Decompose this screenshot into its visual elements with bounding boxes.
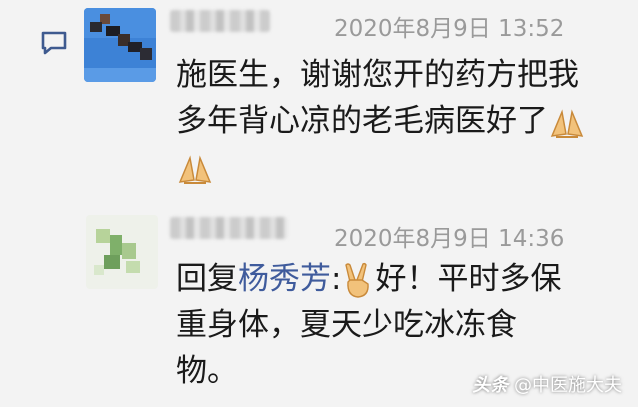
watermark: 头条 @中医施大夫 bbox=[472, 371, 622, 397]
username-blurred[interactable] bbox=[170, 217, 288, 239]
mention-link[interactable]: 杨秀芳 bbox=[238, 261, 331, 297]
comment-body: 施医生，谢谢您开的药方把我多年背心凉的老毛病医好了 bbox=[176, 57, 579, 139]
comment-timestamp: 2020年8月9日 14:36 bbox=[334, 226, 565, 252]
comment-timestamp: 2020年8月9日 13:52 bbox=[334, 16, 565, 42]
reply-prefix: 回复 bbox=[176, 261, 238, 297]
reply-icon[interactable] bbox=[40, 30, 68, 56]
praying-hands-icon bbox=[550, 108, 584, 138]
watermark-handle: @中医施大夫 bbox=[514, 375, 622, 396]
reply-colon: : bbox=[331, 261, 342, 297]
watermark-brand: 头条 bbox=[472, 375, 509, 396]
avatar[interactable] bbox=[86, 215, 158, 289]
comment-thread: 2020年8月9日 13:52 施医生，谢谢您开的药方把我多年背心凉的老毛病医好… bbox=[0, 0, 638, 407]
praying-hands-icon bbox=[178, 154, 212, 184]
victory-hand-icon bbox=[345, 262, 370, 298]
comment-text: 施医生，谢谢您开的药方把我多年背心凉的老毛病医好了 bbox=[176, 52, 586, 190]
username-blurred[interactable] bbox=[170, 10, 270, 32]
avatar[interactable] bbox=[84, 8, 156, 82]
